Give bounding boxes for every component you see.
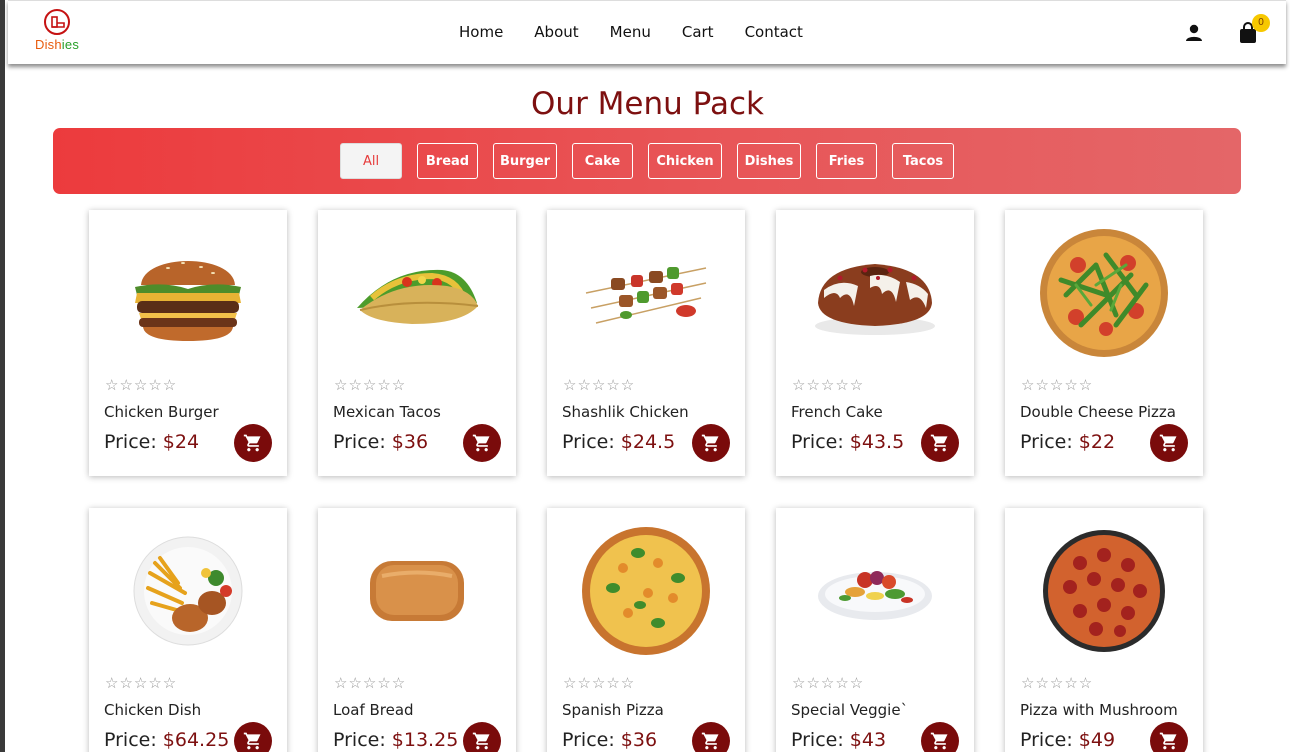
add-to-cart-button[interactable] <box>692 424 730 462</box>
cart-icon <box>472 434 490 452</box>
product-image-pizza-basil <box>547 516 745 666</box>
product-image-pizza-arugula <box>1005 218 1203 368</box>
cart-icon <box>1159 732 1177 750</box>
product-price: Price: $24 <box>104 431 200 453</box>
product-name: Spanish Pizza <box>562 701 664 719</box>
product-card-chicken-burger[interactable]: ☆☆☆☆☆ Chicken Burger Price: $24 <box>89 210 287 476</box>
add-to-cart-button[interactable] <box>692 722 730 752</box>
cart-icon <box>930 732 948 750</box>
main-nav: Home About Menu Cart Contact <box>459 23 834 41</box>
product-image-pizza-pepperoni <box>1005 516 1203 666</box>
product-card-loaf-bread[interactable]: ☆☆☆☆☆ Loaf Bread Price: $13.25 <box>318 508 516 752</box>
product-name: Loaf Bread <box>333 701 414 719</box>
product-price: Price: $13.25 <box>333 729 459 751</box>
cart-icon <box>243 434 261 452</box>
filter-chicken-button[interactable]: Chicken <box>648 143 722 179</box>
rating-stars[interactable]: ☆☆☆☆☆ <box>563 674 635 692</box>
add-to-cart-button[interactable] <box>463 722 501 752</box>
rating-stars[interactable]: ☆☆☆☆☆ <box>792 376 864 394</box>
page-title: Our Menu Pack <box>531 86 764 122</box>
filter-bread-button[interactable]: Bread <box>417 143 478 179</box>
filter-fries-button[interactable]: Fries <box>816 143 877 179</box>
product-price: Price: $64.25 <box>104 729 230 751</box>
cart-icon <box>1159 434 1177 452</box>
product-card-special-veggie[interactable]: ☆☆☆☆☆ Special Veggie` Price: $43 <box>776 508 974 752</box>
cart-icon <box>243 732 261 750</box>
add-to-cart-button[interactable] <box>921 722 959 752</box>
page: Dishies Home About Menu Cart Contact 0 O… <box>5 0 1290 752</box>
filter-cake-button[interactable]: Cake <box>572 143 633 179</box>
product-card-pizza-with-mushroom[interactable]: ☆☆☆☆☆ Pizza with Mushroom Price: $49 <box>1005 508 1203 752</box>
product-name: Chicken Dish <box>104 701 202 719</box>
product-price: Price: $22 <box>1020 431 1116 453</box>
product-card-spanish-pizza[interactable]: ☆☆☆☆☆ Spanish Pizza Price: $36 <box>547 508 745 752</box>
product-card-chicken-dish[interactable]: ☆☆☆☆☆ Chicken Dish Price: $64.25 <box>89 508 287 752</box>
product-price: Price: $43.5 <box>791 431 905 453</box>
filter-burger-button[interactable]: Burger <box>493 143 557 179</box>
add-to-cart-button[interactable] <box>463 424 501 462</box>
cart-count-badge: 0 <box>1252 14 1270 32</box>
cart-icon <box>472 732 490 750</box>
filter-all-button[interactable]: All <box>340 143 402 179</box>
filter-tacos-button[interactable]: Tacos <box>892 143 954 179</box>
cart-icon <box>701 434 719 452</box>
product-price: Price: $36 <box>562 729 658 751</box>
rating-stars[interactable]: ☆☆☆☆☆ <box>1021 376 1093 394</box>
nav-cart[interactable]: Cart <box>682 23 714 41</box>
header: Dishies Home About Menu Cart Contact 0 <box>8 0 1286 64</box>
logo-text-part1: Dish <box>34 37 62 52</box>
product-card-french-cake[interactable]: ☆☆☆☆☆ French Cake Price: $43.5 <box>776 210 974 476</box>
product-image-chicken-dish <box>89 516 287 666</box>
product-price: Price: $43 <box>791 729 887 751</box>
product-card-shashlik-chicken[interactable]: ☆☆☆☆☆ Shashlik Chicken Price: $24.5 <box>547 210 745 476</box>
filter-bar: All Bread Burger Cake Chicken Dishes Fri… <box>53 128 1241 194</box>
add-to-cart-button[interactable] <box>921 424 959 462</box>
product-image-tacos <box>318 218 516 368</box>
product-image-burger <box>89 218 287 368</box>
product-image-skewers <box>547 218 745 368</box>
product-image-veggie-plate <box>776 516 974 666</box>
nav-menu[interactable]: Menu <box>610 23 651 41</box>
product-image-cake <box>776 218 974 368</box>
rating-stars[interactable]: ☆☆☆☆☆ <box>334 376 406 394</box>
logo[interactable]: Dishies <box>28 9 86 57</box>
nav-contact[interactable]: Contact <box>745 23 803 41</box>
cart-icon <box>930 434 948 452</box>
product-image-bread <box>318 516 516 666</box>
product-name: Pizza with Mushroom <box>1020 701 1178 719</box>
add-to-cart-button[interactable] <box>234 424 272 462</box>
logo-text-part2: ies <box>61 37 80 52</box>
product-card-mexican-tacos[interactable]: ☆☆☆☆☆ Mexican Tacos Price: $36 <box>318 210 516 476</box>
product-name: Shashlik Chicken <box>562 403 689 421</box>
product-price: Price: $24.5 <box>562 431 676 453</box>
rating-stars[interactable]: ☆☆☆☆☆ <box>334 674 406 692</box>
nav-home[interactable]: Home <box>459 23 503 41</box>
logo-icon <box>44 9 70 35</box>
product-card-double-cheese-pizza[interactable]: ☆☆☆☆☆ Double Cheese Pizza Price: $22 <box>1005 210 1203 476</box>
rating-stars[interactable]: ☆☆☆☆☆ <box>105 674 177 692</box>
cart-icon <box>701 732 719 750</box>
rating-stars[interactable]: ☆☆☆☆☆ <box>792 674 864 692</box>
product-name: French Cake <box>791 403 883 421</box>
nav-about[interactable]: About <box>534 23 578 41</box>
filter-dishes-button[interactable]: Dishes <box>737 143 801 179</box>
add-to-cart-button[interactable] <box>234 722 272 752</box>
rating-stars[interactable]: ☆☆☆☆☆ <box>1021 674 1093 692</box>
product-name: Mexican Tacos <box>333 403 441 421</box>
product-name: Double Cheese Pizza <box>1020 403 1176 421</box>
add-to-cart-button[interactable] <box>1150 424 1188 462</box>
product-price: Price: $36 <box>333 431 429 453</box>
product-price: Price: $49 <box>1020 729 1116 751</box>
add-to-cart-button[interactable] <box>1150 722 1188 752</box>
rating-stars[interactable]: ☆☆☆☆☆ <box>563 376 635 394</box>
user-icon[interactable] <box>1184 23 1204 48</box>
product-name: Chicken Burger <box>104 403 219 421</box>
product-name: Special Veggie` <box>791 701 909 719</box>
rating-stars[interactable]: ☆☆☆☆☆ <box>105 376 177 394</box>
